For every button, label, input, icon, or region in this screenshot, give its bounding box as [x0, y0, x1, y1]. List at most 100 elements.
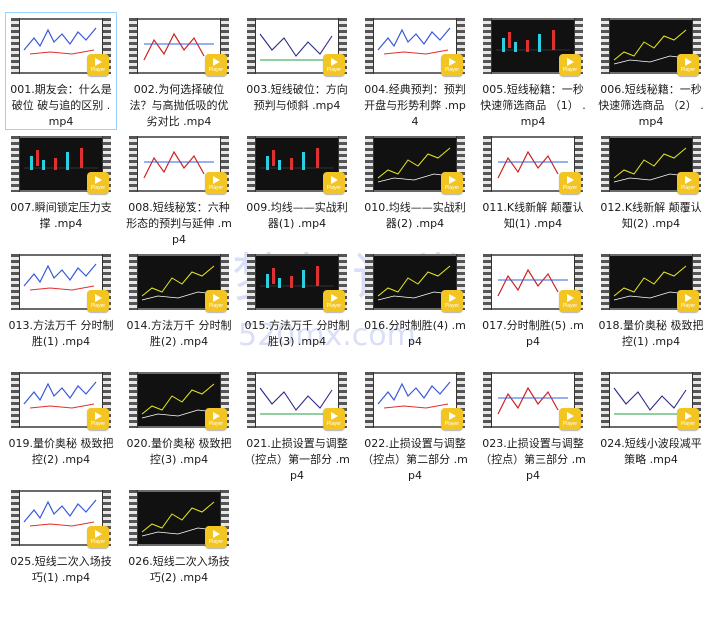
video-file-item[interactable]: Player 004.经典预判：预判开盘与形势利弊 .mp4: [359, 12, 471, 130]
player-badge-label: Player: [444, 421, 460, 427]
file-name-label[interactable]: 026.短线二次入场技巧(2) .mp4: [124, 554, 234, 586]
video-file-item[interactable]: Player 010.均线——实战利器(2) .mp4: [359, 130, 471, 248]
video-thumbnail[interactable]: Player: [247, 18, 347, 76]
player-badge-icon: Player: [441, 290, 463, 312]
video-thumbnail[interactable]: Player: [601, 18, 701, 76]
video-file-item[interactable]: Player 005.短线秘籍：一秒快速筛选商品 （1） .mp4: [477, 12, 589, 130]
video-thumbnail[interactable]: Player: [483, 372, 583, 430]
video-file-item[interactable]: Player 012.K线新解 颠覆认知(2) .mp4: [595, 130, 707, 248]
player-badge-label: Player: [680, 421, 696, 427]
file-name-label[interactable]: 020.量价奥秘 极致把控(3) .mp4: [124, 436, 234, 468]
file-name-label[interactable]: 019.量价奥秘 极致把控(2) .mp4: [6, 436, 116, 468]
player-badge-icon: Player: [87, 172, 109, 194]
film-strip-left: [601, 372, 610, 428]
file-name-label[interactable]: 005.短线秘籍：一秒快速筛选商品 （1） .mp4: [478, 82, 588, 130]
video-thumbnail[interactable]: Player: [11, 372, 111, 430]
video-file-item[interactable]: Player 003.短线破位：方向预判与倾斜 .mp4: [241, 12, 353, 130]
file-name-label[interactable]: 001.期友会：什么是破位 破与追的区别 .mp4: [6, 82, 116, 130]
video-thumbnail[interactable]: Player: [365, 136, 465, 194]
file-name-label[interactable]: 014.方法万千 分时制胜(2) .mp4: [124, 318, 234, 350]
player-badge-icon: Player: [87, 408, 109, 430]
video-file-item[interactable]: Player 009.均线——实战利器(1) .mp4: [241, 130, 353, 248]
video-file-item[interactable]: Player 008.短线秘笈：六种形态的预判与延伸 .mp4: [123, 130, 235, 248]
file-name-label[interactable]: 018.量价奥秘 极致把控(1) .mp4: [596, 318, 706, 350]
video-thumbnail[interactable]: Player: [365, 372, 465, 430]
video-file-item[interactable]: Player 011.K线新解 颠覆认知(1) .mp4: [477, 130, 589, 248]
video-thumbnail[interactable]: Player: [601, 136, 701, 194]
file-name-label[interactable]: 003.短线破位：方向预判与倾斜 .mp4: [242, 82, 352, 114]
video-thumbnail[interactable]: Player: [129, 136, 229, 194]
file-name-label[interactable]: 015.方法万千 分时制胜(3) .mp4: [242, 318, 352, 350]
video-thumbnail[interactable]: Player: [483, 254, 583, 312]
player-badge-label: Player: [208, 67, 224, 73]
video-file-item[interactable]: Player 007.瞬间锁定压力支撑 .mp4: [5, 130, 117, 248]
video-file-item[interactable]: Player 020.量价奥秘 极致把控(3) .mp4: [123, 366, 235, 484]
video-thumbnail[interactable]: Player: [129, 490, 229, 548]
video-file-item[interactable]: Player 016.分时制胜(4) .mp4: [359, 248, 471, 366]
video-file-item[interactable]: Player 015.方法万千 分时制胜(3) .mp4: [241, 248, 353, 366]
video-thumbnail[interactable]: Player: [365, 254, 465, 312]
file-name-label[interactable]: 002.为何选择破位法？与高抛低吸的优劣对比 .mp4: [124, 82, 234, 130]
video-file-item[interactable]: Player 002.为何选择破位法？与高抛低吸的优劣对比 .mp4: [123, 12, 235, 130]
video-file-item[interactable]: Player 014.方法万千 分时制胜(2) .mp4: [123, 248, 235, 366]
film-strip-left: [11, 136, 20, 192]
play-icon: [212, 58, 220, 66]
play-icon: [448, 294, 456, 302]
player-badge-icon: Player: [87, 526, 109, 548]
video-thumbnail[interactable]: Player: [129, 372, 229, 430]
play-icon: [566, 58, 574, 66]
video-file-item[interactable]: Player 006.短线秘籍：一秒快速筛选商品 （2） .mp4: [595, 12, 707, 130]
file-name-label[interactable]: 008.短线秘笈：六种形态的预判与延伸 .mp4: [124, 200, 234, 248]
video-thumbnail[interactable]: Player: [11, 18, 111, 76]
file-name-label[interactable]: 013.方法万千 分时制胜(1) .mp4: [6, 318, 116, 350]
play-icon: [684, 58, 692, 66]
file-name-label[interactable]: 025.短线二次入场技巧(1) .mp4: [6, 554, 116, 586]
video-file-item[interactable]: Player 013.方法万千 分时制胜(1) .mp4: [5, 248, 117, 366]
video-thumbnail[interactable]: Player: [247, 254, 347, 312]
video-file-item[interactable]: Player 018.量价奥秘 极致把控(1) .mp4: [595, 248, 707, 366]
video-file-item[interactable]: Player 026.短线二次入场技巧(2) .mp4: [123, 484, 235, 602]
video-thumbnail[interactable]: Player: [483, 136, 583, 194]
file-name-label[interactable]: 004.经典预判：预判开盘与形势利弊 .mp4: [360, 82, 470, 130]
video-thumbnail[interactable]: Player: [11, 136, 111, 194]
file-name-label[interactable]: 006.短线秘籍：一秒快速筛选商品 （2） .mp4: [596, 82, 706, 130]
file-name-label[interactable]: 016.分时制胜(4) .mp4: [360, 318, 470, 350]
video-thumbnail[interactable]: Player: [11, 490, 111, 548]
video-thumbnail[interactable]: Player: [601, 372, 701, 430]
video-thumbnail[interactable]: Player: [365, 18, 465, 76]
file-name-label[interactable]: 017.分时制胜(5) .mp4: [478, 318, 588, 350]
video-file-item[interactable]: Player 023.止损设置与调整（控点）第三部分 .mp4: [477, 366, 589, 484]
file-name-label[interactable]: 007.瞬间锁定压力支撑 .mp4: [6, 200, 116, 232]
video-file-item[interactable]: Player 025.短线二次入场技巧(1) .mp4: [5, 484, 117, 602]
video-thumbnail[interactable]: Player: [11, 254, 111, 312]
video-thumbnail[interactable]: Player: [247, 136, 347, 194]
video-thumbnail[interactable]: Player: [247, 372, 347, 430]
file-name-label[interactable]: 024.短线小波段减平策略 .mp4: [596, 436, 706, 468]
film-strip-left: [129, 254, 138, 310]
player-badge-icon: Player: [205, 408, 227, 430]
video-thumbnail[interactable]: Player: [129, 254, 229, 312]
video-thumbnail[interactable]: Player: [483, 18, 583, 76]
play-icon: [94, 294, 102, 302]
video-file-item[interactable]: Player 017.分时制胜(5) .mp4: [477, 248, 589, 366]
file-name-label[interactable]: 009.均线——实战利器(1) .mp4: [242, 200, 352, 232]
file-name-label[interactable]: 010.均线——实战利器(2) .mp4: [360, 200, 470, 232]
film-strip-left: [11, 490, 20, 546]
player-badge-label: Player: [680, 185, 696, 191]
file-name-label[interactable]: 012.K线新解 颠覆认知(2) .mp4: [596, 200, 706, 232]
video-file-item[interactable]: Player 019.量价奥秘 极致把控(2) .mp4: [5, 366, 117, 484]
file-name-label[interactable]: 021.止损设置与调整（控点）第一部分 .mp4: [242, 436, 352, 484]
file-name-label[interactable]: 022.止损设置与调整（控点）第二部分 .mp4: [360, 436, 470, 484]
video-file-item[interactable]: Player 024.短线小波段减平策略 .mp4: [595, 366, 707, 484]
video-file-item[interactable]: Player 001.期友会：什么是破位 破与追的区别 .mp4: [5, 12, 117, 130]
video-thumbnail[interactable]: Player: [601, 254, 701, 312]
player-badge-icon: Player: [559, 290, 581, 312]
player-badge-icon: Player: [87, 290, 109, 312]
video-file-item[interactable]: Player 021.止损设置与调整（控点）第一部分 .mp4: [241, 366, 353, 484]
file-name-label[interactable]: 023.止损设置与调整（控点）第三部分 .mp4: [478, 436, 588, 484]
video-file-item[interactable]: Player 022.止损设置与调整（控点）第二部分 .mp4: [359, 366, 471, 484]
file-grid: Player 001.期友会：什么是破位 破与追的区别 .mp4 Player 002…: [5, 12, 711, 602]
video-thumbnail[interactable]: Player: [129, 18, 229, 76]
file-name-label[interactable]: 011.K线新解 颠覆认知(1) .mp4: [478, 200, 588, 232]
player-badge-label: Player: [562, 185, 578, 191]
